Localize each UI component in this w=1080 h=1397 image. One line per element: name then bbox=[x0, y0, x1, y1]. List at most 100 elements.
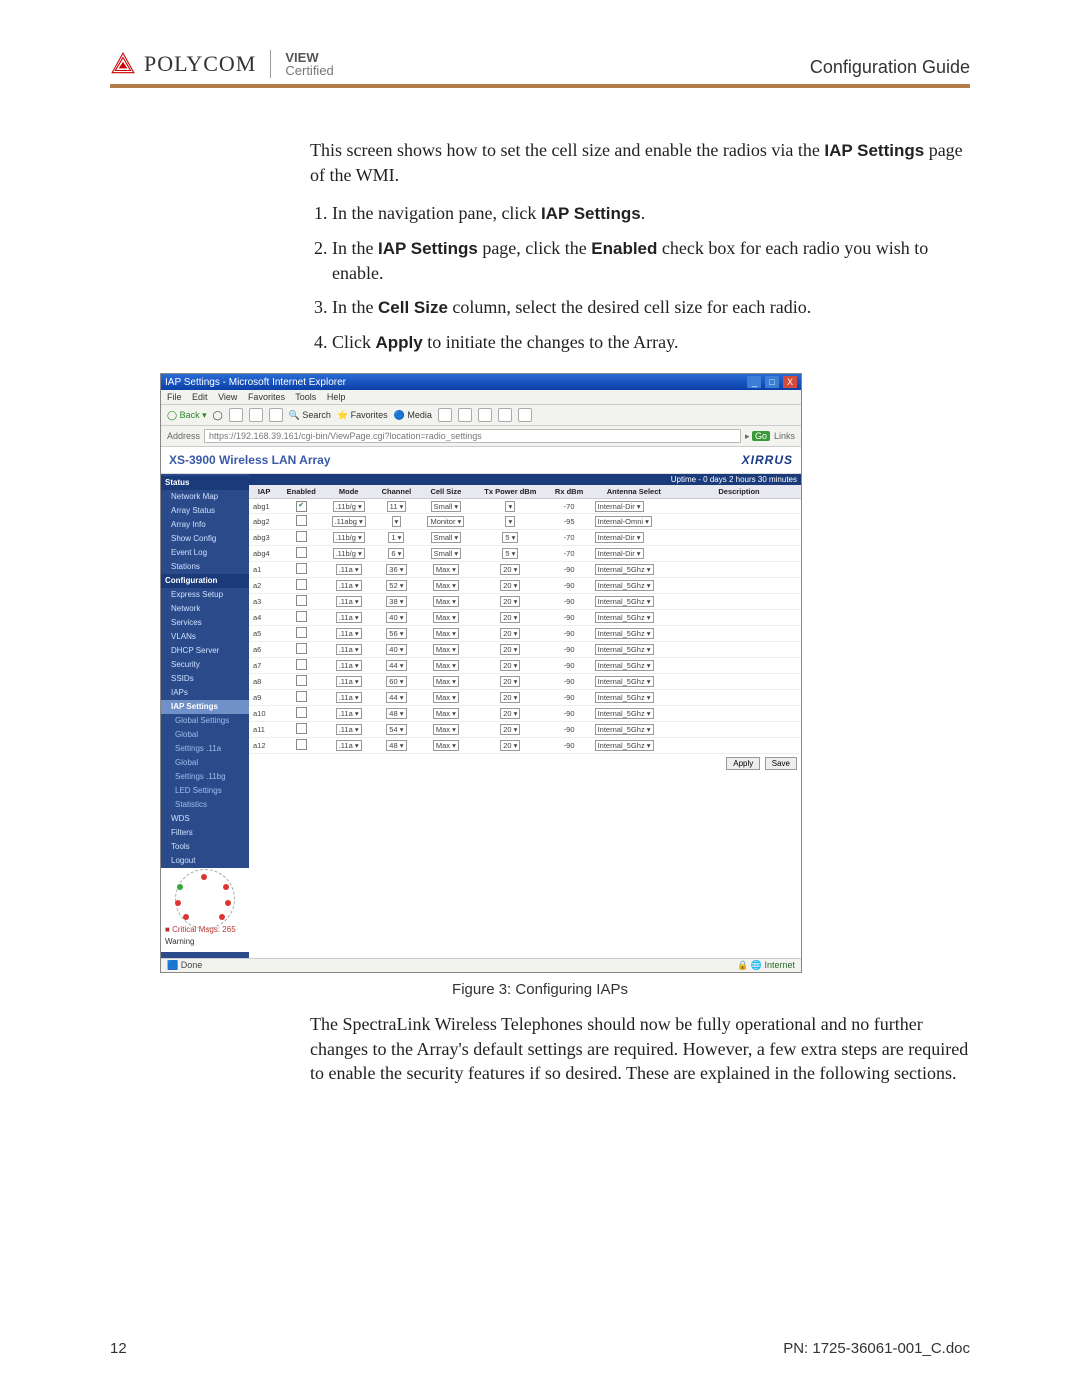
search-button[interactable]: 🔍 Search bbox=[289, 410, 331, 421]
menu-tools[interactable]: Tools bbox=[295, 392, 316, 402]
cell-cellsize[interactable]: Max ▾ bbox=[419, 578, 473, 594]
cell-channel[interactable]: 48 ▾ bbox=[374, 706, 419, 722]
cell-cellsize[interactable]: Max ▾ bbox=[419, 562, 473, 578]
cell-txpower[interactable]: 20 ▾ bbox=[473, 690, 548, 706]
cell-description[interactable] bbox=[677, 610, 801, 626]
cell-channel[interactable]: 48 ▾ bbox=[374, 738, 419, 754]
cell-cellsize[interactable]: Max ▾ bbox=[419, 722, 473, 738]
cell-antenna[interactable]: Internal-Omni ▾ bbox=[591, 514, 677, 530]
cell-description[interactable] bbox=[677, 514, 801, 530]
cell-antenna[interactable]: Internal_5Ghz ▾ bbox=[591, 610, 677, 626]
menu-file[interactable]: File bbox=[167, 392, 182, 402]
cell-antenna[interactable]: Internal_5Ghz ▾ bbox=[591, 562, 677, 578]
cell-cellsize[interactable]: Small ▾ bbox=[419, 530, 473, 546]
media-button[interactable]: 🔵 Media bbox=[394, 410, 432, 421]
cell-description[interactable] bbox=[677, 626, 801, 642]
browser-menubar[interactable]: File Edit View Favorites Tools Help bbox=[161, 390, 801, 405]
nav-express-setup[interactable]: Express Setup bbox=[161, 588, 249, 602]
cell-antenna[interactable]: Internal_5Ghz ▾ bbox=[591, 578, 677, 594]
cell-channel[interactable]: 11 ▾ bbox=[374, 499, 419, 514]
cell-enabled[interactable] bbox=[279, 674, 323, 690]
cell-channel[interactable]: 1 ▾ bbox=[374, 530, 419, 546]
cell-cellsize[interactable]: Max ▾ bbox=[419, 658, 473, 674]
cell-channel[interactable]: 36 ▾ bbox=[374, 562, 419, 578]
history-icon[interactable] bbox=[438, 408, 452, 422]
cell-cellsize[interactable]: Max ▾ bbox=[419, 610, 473, 626]
cell-antenna[interactable]: Internal_5Ghz ▾ bbox=[591, 658, 677, 674]
maximize-button[interactable]: □ bbox=[765, 376, 779, 388]
cell-enabled[interactable] bbox=[279, 530, 323, 546]
cell-antenna[interactable]: Internal_5Ghz ▾ bbox=[591, 626, 677, 642]
cell-description[interactable] bbox=[677, 642, 801, 658]
cell-description[interactable] bbox=[677, 658, 801, 674]
cell-cellsize[interactable]: Max ▾ bbox=[419, 674, 473, 690]
cell-antenna[interactable]: Internal_5Ghz ▾ bbox=[591, 706, 677, 722]
nav-iaps[interactable]: IAPs bbox=[161, 686, 249, 700]
cell-description[interactable] bbox=[677, 546, 801, 562]
nav-array-status[interactable]: Array Status bbox=[161, 504, 249, 518]
cell-enabled[interactable] bbox=[279, 514, 323, 530]
cell-enabled[interactable] bbox=[279, 626, 323, 642]
cell-txpower[interactable]: 20 ▾ bbox=[473, 674, 548, 690]
cell-channel[interactable]: 40 ▾ bbox=[374, 610, 419, 626]
cell-description[interactable] bbox=[677, 499, 801, 514]
cell-txpower[interactable]: 20 ▾ bbox=[473, 658, 548, 674]
nav-logout[interactable]: Logout bbox=[161, 854, 249, 868]
cell-enabled[interactable] bbox=[279, 706, 323, 722]
cell-channel[interactable]: ▾ bbox=[374, 514, 419, 530]
cell-mode[interactable]: .11a ▾ bbox=[323, 722, 374, 738]
cell-cellsize[interactable]: Max ▾ bbox=[419, 738, 473, 754]
favorites-button[interactable]: ⭐ Favorites bbox=[337, 410, 388, 421]
cell-enabled[interactable] bbox=[279, 499, 323, 514]
cell-channel[interactable]: 38 ▾ bbox=[374, 594, 419, 610]
cell-txpower[interactable]: 20 ▾ bbox=[473, 578, 548, 594]
cell-enabled[interactable] bbox=[279, 642, 323, 658]
edit-icon[interactable] bbox=[498, 408, 512, 422]
cell-channel[interactable]: 6 ▾ bbox=[374, 546, 419, 562]
mail-icon[interactable] bbox=[458, 408, 472, 422]
nav-global2[interactable]: Global bbox=[161, 756, 249, 770]
cell-mode[interactable]: .11b/g ▾ bbox=[323, 546, 374, 562]
nav-statistics[interactable]: Statistics bbox=[161, 798, 249, 812]
cell-mode[interactable]: .11b/g ▾ bbox=[323, 499, 374, 514]
cell-enabled[interactable] bbox=[279, 594, 323, 610]
cell-mode[interactable]: .11a ▾ bbox=[323, 562, 374, 578]
cell-enabled[interactable] bbox=[279, 578, 323, 594]
cell-cellsize[interactable]: Small ▾ bbox=[419, 499, 473, 514]
cell-txpower[interactable]: 20 ▾ bbox=[473, 610, 548, 626]
nav-settings-11bg[interactable]: Settings .11bg bbox=[161, 770, 249, 784]
cell-description[interactable] bbox=[677, 578, 801, 594]
cell-channel[interactable]: 52 ▾ bbox=[374, 578, 419, 594]
nav-iap-settings[interactable]: IAP Settings bbox=[161, 700, 249, 714]
window-titlebar[interactable]: IAP Settings - Microsoft Internet Explor… bbox=[161, 374, 801, 390]
cell-txpower[interactable]: 20 ▾ bbox=[473, 722, 548, 738]
cell-description[interactable] bbox=[677, 562, 801, 578]
nav-ssids[interactable]: SSIDs bbox=[161, 672, 249, 686]
cell-enabled[interactable] bbox=[279, 738, 323, 754]
minimize-button[interactable]: _ bbox=[747, 376, 761, 388]
cell-antenna[interactable]: Internal-Dir ▾ bbox=[591, 530, 677, 546]
cell-description[interactable] bbox=[677, 690, 801, 706]
cell-cellsize[interactable]: Max ▾ bbox=[419, 626, 473, 642]
cell-mode[interactable]: .11a ▾ bbox=[323, 594, 374, 610]
cell-mode[interactable]: .11a ▾ bbox=[323, 658, 374, 674]
links-label[interactable]: Links bbox=[774, 431, 795, 441]
nav-network[interactable]: Network bbox=[161, 602, 249, 616]
cell-channel[interactable]: 60 ▾ bbox=[374, 674, 419, 690]
nav-event-log[interactable]: Event Log bbox=[161, 546, 249, 560]
menu-favorites[interactable]: Favorites bbox=[248, 392, 285, 402]
cell-antenna[interactable]: Internal_5Ghz ▾ bbox=[591, 642, 677, 658]
nav-show-config[interactable]: Show Config bbox=[161, 532, 249, 546]
nav-global[interactable]: Global bbox=[161, 728, 249, 742]
nav-filters[interactable]: Filters bbox=[161, 826, 249, 840]
go-button[interactable]: ▸ Go bbox=[745, 431, 770, 442]
nav-network-map[interactable]: Network Map bbox=[161, 490, 249, 504]
nav-led-settings[interactable]: LED Settings bbox=[161, 784, 249, 798]
cell-mode[interactable]: .11a ▾ bbox=[323, 578, 374, 594]
cell-enabled[interactable] bbox=[279, 546, 323, 562]
cell-description[interactable] bbox=[677, 722, 801, 738]
nav-dhcp[interactable]: DHCP Server bbox=[161, 644, 249, 658]
cell-mode[interactable]: .11a ▾ bbox=[323, 626, 374, 642]
cell-mode[interactable]: .11a ▾ bbox=[323, 610, 374, 626]
url-input[interactable]: https://192.168.39.161/cgi-bin/ViewPage.… bbox=[204, 429, 741, 443]
